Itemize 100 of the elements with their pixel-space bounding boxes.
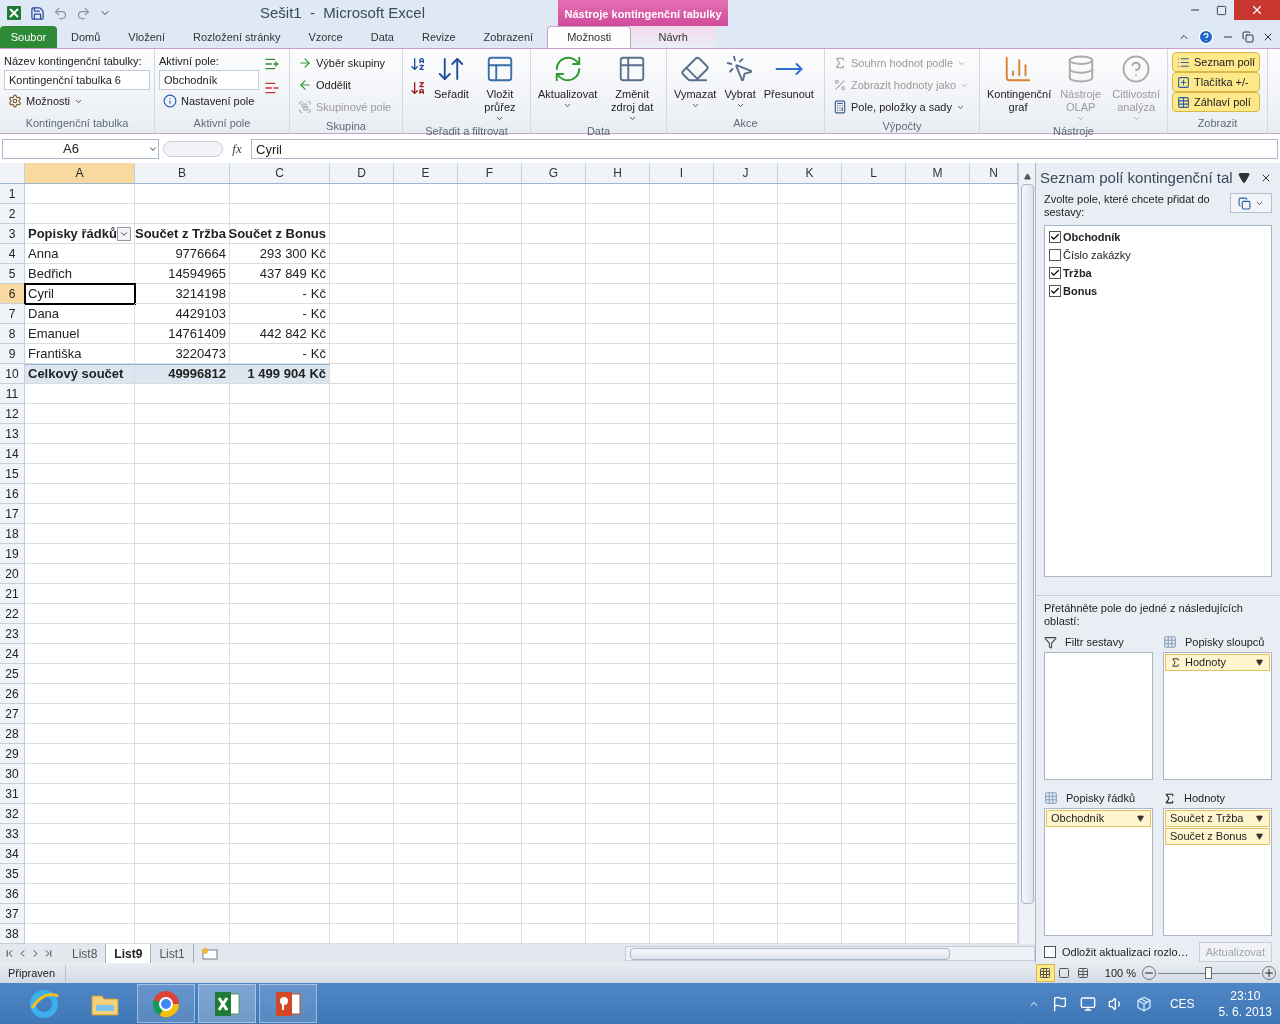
column-header[interactable]: I <box>650 163 714 183</box>
row-header[interactable]: 19 <box>0 544 25 564</box>
dropdown-icon[interactable] <box>1256 833 1263 840</box>
ribbon-tab[interactable]: Zobrazení <box>469 26 548 48</box>
formula-divider-handle[interactable] <box>163 141 223 157</box>
first-sheet-icon[interactable] <box>4 948 15 959</box>
dropdown-icon[interactable] <box>1137 815 1144 822</box>
checkbox[interactable] <box>1049 267 1061 279</box>
redo-icon[interactable] <box>76 5 91 21</box>
row-header[interactable]: 5 <box>0 264 25 284</box>
restore-icon[interactable] <box>1242 31 1254 43</box>
zoom-percent[interactable]: 100 % <box>1104 964 1136 982</box>
row-header[interactable]: 36 <box>0 884 25 904</box>
row-header[interactable]: 27 <box>0 704 25 724</box>
row-header[interactable]: 33 <box>0 824 25 844</box>
taskbar-app[interactable] <box>137 984 195 1023</box>
formula-field[interactable]: Cyril <box>251 139 1278 159</box>
row-header[interactable]: 14 <box>0 444 25 464</box>
row-header[interactable]: 23 <box>0 624 25 644</box>
row-header[interactable]: 20 <box>0 564 25 584</box>
row-header[interactable]: 18 <box>0 524 25 544</box>
ribbon-button[interactable]: Kontingenční graf <box>984 52 1052 123</box>
close-icon[interactable] <box>1262 31 1274 43</box>
drop-area[interactable]: Obchodník <box>1044 808 1153 936</box>
row-header[interactable]: 15 <box>0 464 25 484</box>
name-field[interactable]: Kontingenční tabulka 6 <box>4 70 150 90</box>
scroll-thumb[interactable] <box>630 947 950 960</box>
row-header[interactable]: 1 <box>0 184 25 204</box>
ribbon-button[interactable]: Výběr skupiny <box>294 52 396 74</box>
row-header[interactable]: 22 <box>0 604 25 624</box>
ribbon-button[interactable]: Oddělit <box>294 74 396 96</box>
field-item[interactable]: Obchodník <box>1047 228 1269 246</box>
row-header[interactable]: 29 <box>0 744 25 764</box>
close-button[interactable] <box>1234 0 1280 20</box>
spreadsheet-icon[interactable] <box>6 5 22 21</box>
name-box[interactable]: A6 <box>2 139 159 159</box>
row-header[interactable]: 7 <box>0 304 25 324</box>
ribbon-button[interactable]: Vymazat <box>671 52 720 115</box>
row-header[interactable]: 4 <box>0 244 25 264</box>
drop-area[interactable]: Hodnoty <box>1163 652 1272 780</box>
column-header[interactable]: F <box>458 163 522 183</box>
checkbox[interactable] <box>1049 285 1061 297</box>
row-header[interactable]: 11 <box>0 384 25 404</box>
column-header[interactable]: K <box>778 163 842 183</box>
flag-icon[interactable] <box>1051 995 1068 1012</box>
column-header[interactable]: C <box>230 163 330 183</box>
column-header[interactable]: G <box>522 163 586 183</box>
row-header[interactable]: 3 <box>0 224 25 244</box>
row-header[interactable]: 21 <box>0 584 25 604</box>
ribbon-tab[interactable]: Vložení <box>114 26 180 48</box>
zoom-slider[interactable] <box>1158 966 1260 980</box>
row-header[interactable]: 38 <box>0 924 25 944</box>
field-item[interactable]: Číslo zakázky <box>1047 246 1269 264</box>
ribbon-button[interactable]: Aktualizovat <box>535 52 601 123</box>
row-header[interactable]: 24 <box>0 644 25 664</box>
clock[interactable]: 23:10 5. 6. 2013 <box>1218 987 1272 1020</box>
network-icon[interactable] <box>1079 995 1096 1012</box>
row-header[interactable]: 32 <box>0 804 25 824</box>
row-header[interactable]: 28 <box>0 724 25 744</box>
row-header[interactable]: 10 <box>0 364 25 384</box>
language-indicator[interactable]: CES <box>1169 994 1195 1013</box>
column-header[interactable]: E <box>394 163 458 183</box>
scroll-thumb[interactable] <box>1020 184 1034 904</box>
field-item[interactable]: Bonus <box>1047 282 1269 300</box>
row-header[interactable]: 34 <box>0 844 25 864</box>
drop-area[interactable]: Součet z Tržba Součet z Bonus <box>1163 808 1272 936</box>
ribbon-tab[interactable]: Data <box>356 26 408 48</box>
ribbon-tab[interactable]: Možnosti <box>547 26 632 48</box>
column-header[interactable]: D <box>330 163 394 183</box>
area-field-chip[interactable]: Obchodník <box>1046 810 1151 827</box>
ribbon-tab[interactable]: Revize <box>408 26 470 48</box>
row-header[interactable]: 13 <box>0 424 25 444</box>
checkbox[interactable] <box>1049 231 1061 243</box>
ribbon-button[interactable]: Přesunout <box>760 52 817 115</box>
ribbon-button[interactable]: Vybrat <box>721 52 759 115</box>
column-header[interactable]: L <box>842 163 906 183</box>
checkbox[interactable] <box>1049 249 1061 261</box>
toggle-button[interactable]: Seznam polí <box>1172 52 1261 72</box>
row-header[interactable]: 37 <box>0 904 25 924</box>
ribbon-button[interactable]: Seřadit <box>431 52 472 123</box>
slider-thumb[interactable] <box>1205 967 1212 979</box>
file-tab[interactable]: Soubor <box>0 26 57 48</box>
column-header[interactable]: H <box>586 163 650 183</box>
dropdown-icon[interactable] <box>1256 815 1263 822</box>
vertical-scrollbar[interactable] <box>1018 163 1035 944</box>
ribbon-button[interactable]: Možnosti <box>4 90 150 112</box>
area-field-chip[interactable]: Součet z Bonus <box>1165 828 1270 845</box>
sheet-tab[interactable]: List9 <box>106 944 152 963</box>
column-header[interactable]: J <box>714 163 778 183</box>
row-header[interactable]: 26 <box>0 684 25 704</box>
taskbar-app[interactable] <box>259 984 317 1023</box>
taskbar-app[interactable] <box>198 984 256 1023</box>
name-field[interactable]: Obchodník <box>159 70 259 90</box>
maximize-icon[interactable] <box>1215 4 1227 16</box>
ribbon-button[interactable]: Vložit průřez <box>473 52 526 123</box>
ribbon-button[interactable]: Změnit zdroj dat <box>602 52 662 123</box>
drop-area[interactable] <box>1044 652 1153 780</box>
toggle-button[interactable]: Záhlaví polí <box>1172 92 1261 112</box>
column-header[interactable]: M <box>906 163 970 183</box>
new-sheet-icon[interactable] <box>199 946 220 961</box>
